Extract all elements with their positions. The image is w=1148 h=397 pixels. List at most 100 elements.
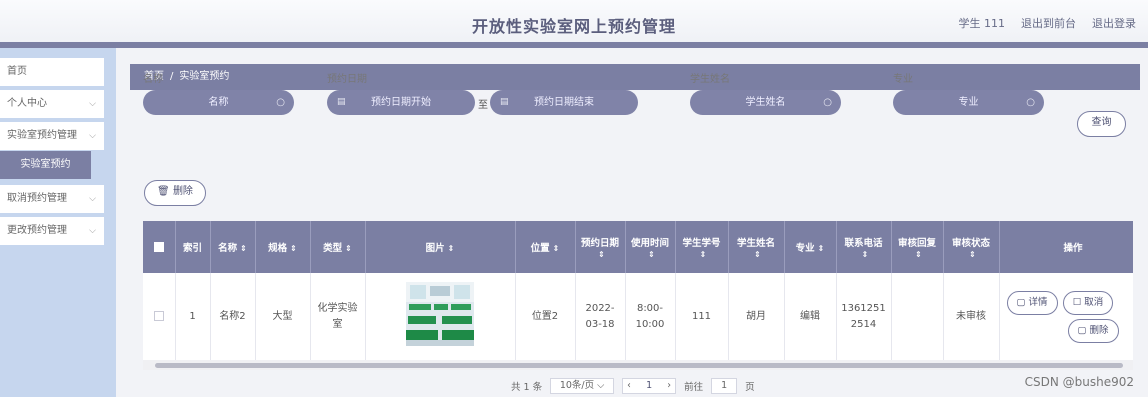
col-header-actions: 操作 (999, 221, 1133, 273)
to-front-link[interactable]: 退出到前台 (1021, 15, 1076, 31)
next-page-icon[interactable]: › (667, 379, 671, 393)
col-header-image[interactable]: 图片 ⇕ (365, 221, 516, 273)
pagination: 共 1 条 10条/页 ⌵ ‹ 1 › 前往 1 页 (511, 378, 755, 394)
col-header-location[interactable]: 位置 ⇕ (515, 221, 576, 273)
detail-button[interactable]: ▢ 详情 (1006, 290, 1058, 315)
cell-actions: ▢ 详情 ☐ 取消 ▢ 删除 (999, 273, 1133, 362)
col-header-index: 索引 (175, 221, 211, 273)
cell-location: 位置2 (515, 273, 576, 362)
breadcrumb: 首页 / 实验室预约 (130, 64, 1140, 90)
booking-table: 索引 名称 ⇕ 规格 ⇕ 类型 ⇕ 图片 ⇕ 位置 ⇕ 预约日期 ⇕ 使用时间 ⇕ 学生学号 ⇕… (143, 221, 1133, 362)
sidebar-item-home[interactable]: 首页 (0, 58, 104, 86)
booking-table-wrapper: 索引 名称 ⇕ 规格 ⇕ 类型 ⇕ 图片 ⇕ 位置 ⇕ 预约日期 ⇕ 使用时间 ⇕ 学生学号 ⇕… (143, 221, 1133, 370)
col-header-phone[interactable]: 联系电话 ⇕ (836, 221, 892, 273)
bulk-delete-button[interactable]: 🗑 删除 (144, 180, 206, 206)
sidebar-subitem-lab-booking[interactable]: 实验室预约 (0, 151, 91, 179)
cell-student-id: 111 (675, 273, 729, 362)
sort-icon[interactable]: ⇕ (862, 250, 869, 259)
date-end-input[interactable]: ▤ 预约日期结束 (490, 90, 638, 115)
search-icon: ○ (823, 97, 832, 108)
search-icon: ○ (276, 97, 285, 108)
sidebar-item-label: 取消预约管理 (7, 193, 67, 204)
cell-name: 名称2 (210, 273, 256, 362)
col-header-student-name[interactable]: 学生姓名 ⇕ (728, 221, 785, 273)
scrollbar-thumb[interactable] (155, 363, 1123, 368)
sidebar-item-label: 个人中心 (7, 98, 47, 109)
sort-icon[interactable]: ⇕ (969, 250, 976, 259)
detail-icon: ▢ (1016, 296, 1029, 308)
date-start-input[interactable]: ▤ 预约日期开始 (327, 90, 475, 115)
sort-icon[interactable]: ⇕ (915, 250, 922, 259)
cell-student-name: 胡月 (728, 273, 785, 362)
sort-icon[interactable]: ⇕ (345, 244, 352, 253)
name-input[interactable]: 名称 ○ (143, 90, 294, 115)
col-header-time[interactable]: 使用时间 ⇕ (625, 221, 676, 273)
chevron-down-icon: ⌵ (89, 194, 96, 204)
sort-icon[interactable]: ⇕ (700, 250, 707, 259)
sort-icon[interactable]: ⇕ (553, 244, 560, 253)
search-icon: ○ (1026, 97, 1035, 108)
trash-icon: ▢ (1077, 324, 1090, 336)
sort-icon[interactable]: ⇕ (754, 250, 761, 259)
col-header-date[interactable]: 预约日期 ⇕ (575, 221, 626, 273)
query-button[interactable]: 查询 (1077, 111, 1126, 137)
chevron-down-icon: ⌵ (89, 99, 96, 109)
sort-icon[interactable]: ⇕ (598, 250, 605, 259)
cell-status: 未审核 (943, 273, 1000, 362)
col-header-spec[interactable]: 规格 ⇕ (255, 221, 311, 273)
sidebar-item-label: 实验室预约管理 (7, 130, 77, 141)
bulk-delete-label: 删除 (172, 186, 193, 197)
name-filter-label: 名称 (143, 74, 163, 85)
date-filter-label: 预约日期 (327, 74, 367, 85)
sidebar-item-cancel-booking[interactable]: 取消预约管理 ⌵ (0, 185, 104, 213)
sort-icon[interactable]: ⇕ (448, 244, 455, 253)
user-label: 学生 111 (958, 17, 1006, 30)
logout-link[interactable]: 退出登录 (1092, 15, 1136, 31)
col-header-reply[interactable]: 审核回复 ⇕ (891, 221, 944, 273)
horizontal-scrollbar[interactable] (143, 360, 1133, 370)
col-header-type[interactable]: 类型 ⇕ (310, 221, 366, 273)
header-user-area: 学生 111 退出到前台 退出登录 (959, 15, 1137, 31)
classroom-photo (406, 281, 474, 346)
watermark: CSDN @bushe902 (1024, 375, 1134, 389)
goto-page-input[interactable]: 1 (711, 378, 738, 394)
sidebar-item-label: 更改预约管理 (7, 225, 67, 236)
sidebar-item-label: 首页 (7, 66, 27, 77)
student-input-placeholder: 学生姓名 (745, 97, 786, 108)
goto-unit: 页 (745, 382, 755, 393)
cell-phone: 13612512514 (836, 273, 892, 362)
edit-icon: ☐ (1072, 296, 1085, 308)
cancel-button[interactable]: ☐ 取消 (1062, 290, 1114, 315)
cell-reply (891, 273, 944, 362)
sidebar-item-lab-booking[interactable]: 实验室预约管理 ⌵ (0, 122, 104, 150)
student-filter-label: 学生姓名 (690, 74, 730, 85)
col-header-status[interactable]: 审核状态 ⇕ (943, 221, 1000, 273)
row-checkbox[interactable] (143, 273, 176, 362)
row-delete-button[interactable]: ▢ 删除 (1067, 318, 1119, 343)
date-end-placeholder: 预约日期结束 (534, 97, 594, 108)
table-header-row: 索引 名称 ⇕ 规格 ⇕ 类型 ⇕ 图片 ⇕ 位置 ⇕ 预约日期 ⇕ 使用时间 ⇕ 学生学号 ⇕… (143, 221, 1133, 273)
sidebar-item-profile[interactable]: 个人中心 ⌵ (0, 90, 104, 118)
sidebar-item-change-booking[interactable]: 更改预约管理 ⌵ (0, 217, 104, 245)
select-all-checkbox[interactable] (143, 221, 176, 273)
sort-icon[interactable]: ⇕ (818, 244, 825, 253)
cell-type: 化学实验室 (310, 273, 366, 362)
page-nav: ‹ 1 › (622, 378, 677, 394)
major-filter-label: 专业 (893, 74, 913, 85)
student-name-input[interactable]: 学生姓名 ○ (690, 90, 841, 115)
chevron-down-icon: ⌵ (89, 131, 96, 141)
cell-spec: 大型 (255, 273, 311, 362)
current-page[interactable]: 1 (646, 379, 652, 393)
col-header-student-id[interactable]: 学生学号 ⇕ (675, 221, 729, 273)
page-size-select[interactable]: 10条/页 ⌵ (550, 378, 615, 394)
sort-icon[interactable]: ⇕ (240, 244, 247, 253)
cell-major: 编辑 (784, 273, 837, 362)
col-header-major[interactable]: 专业 ⇕ (784, 221, 837, 273)
sort-icon[interactable]: ⇕ (290, 244, 297, 253)
sort-icon[interactable]: ⇕ (648, 250, 655, 259)
major-input[interactable]: 专业 ○ (893, 90, 1044, 115)
cell-image (365, 273, 516, 362)
prev-page-icon[interactable]: ‹ (627, 379, 631, 393)
col-header-name[interactable]: 名称 ⇕ (210, 221, 256, 273)
total-count: 共 1 条 (511, 382, 543, 393)
